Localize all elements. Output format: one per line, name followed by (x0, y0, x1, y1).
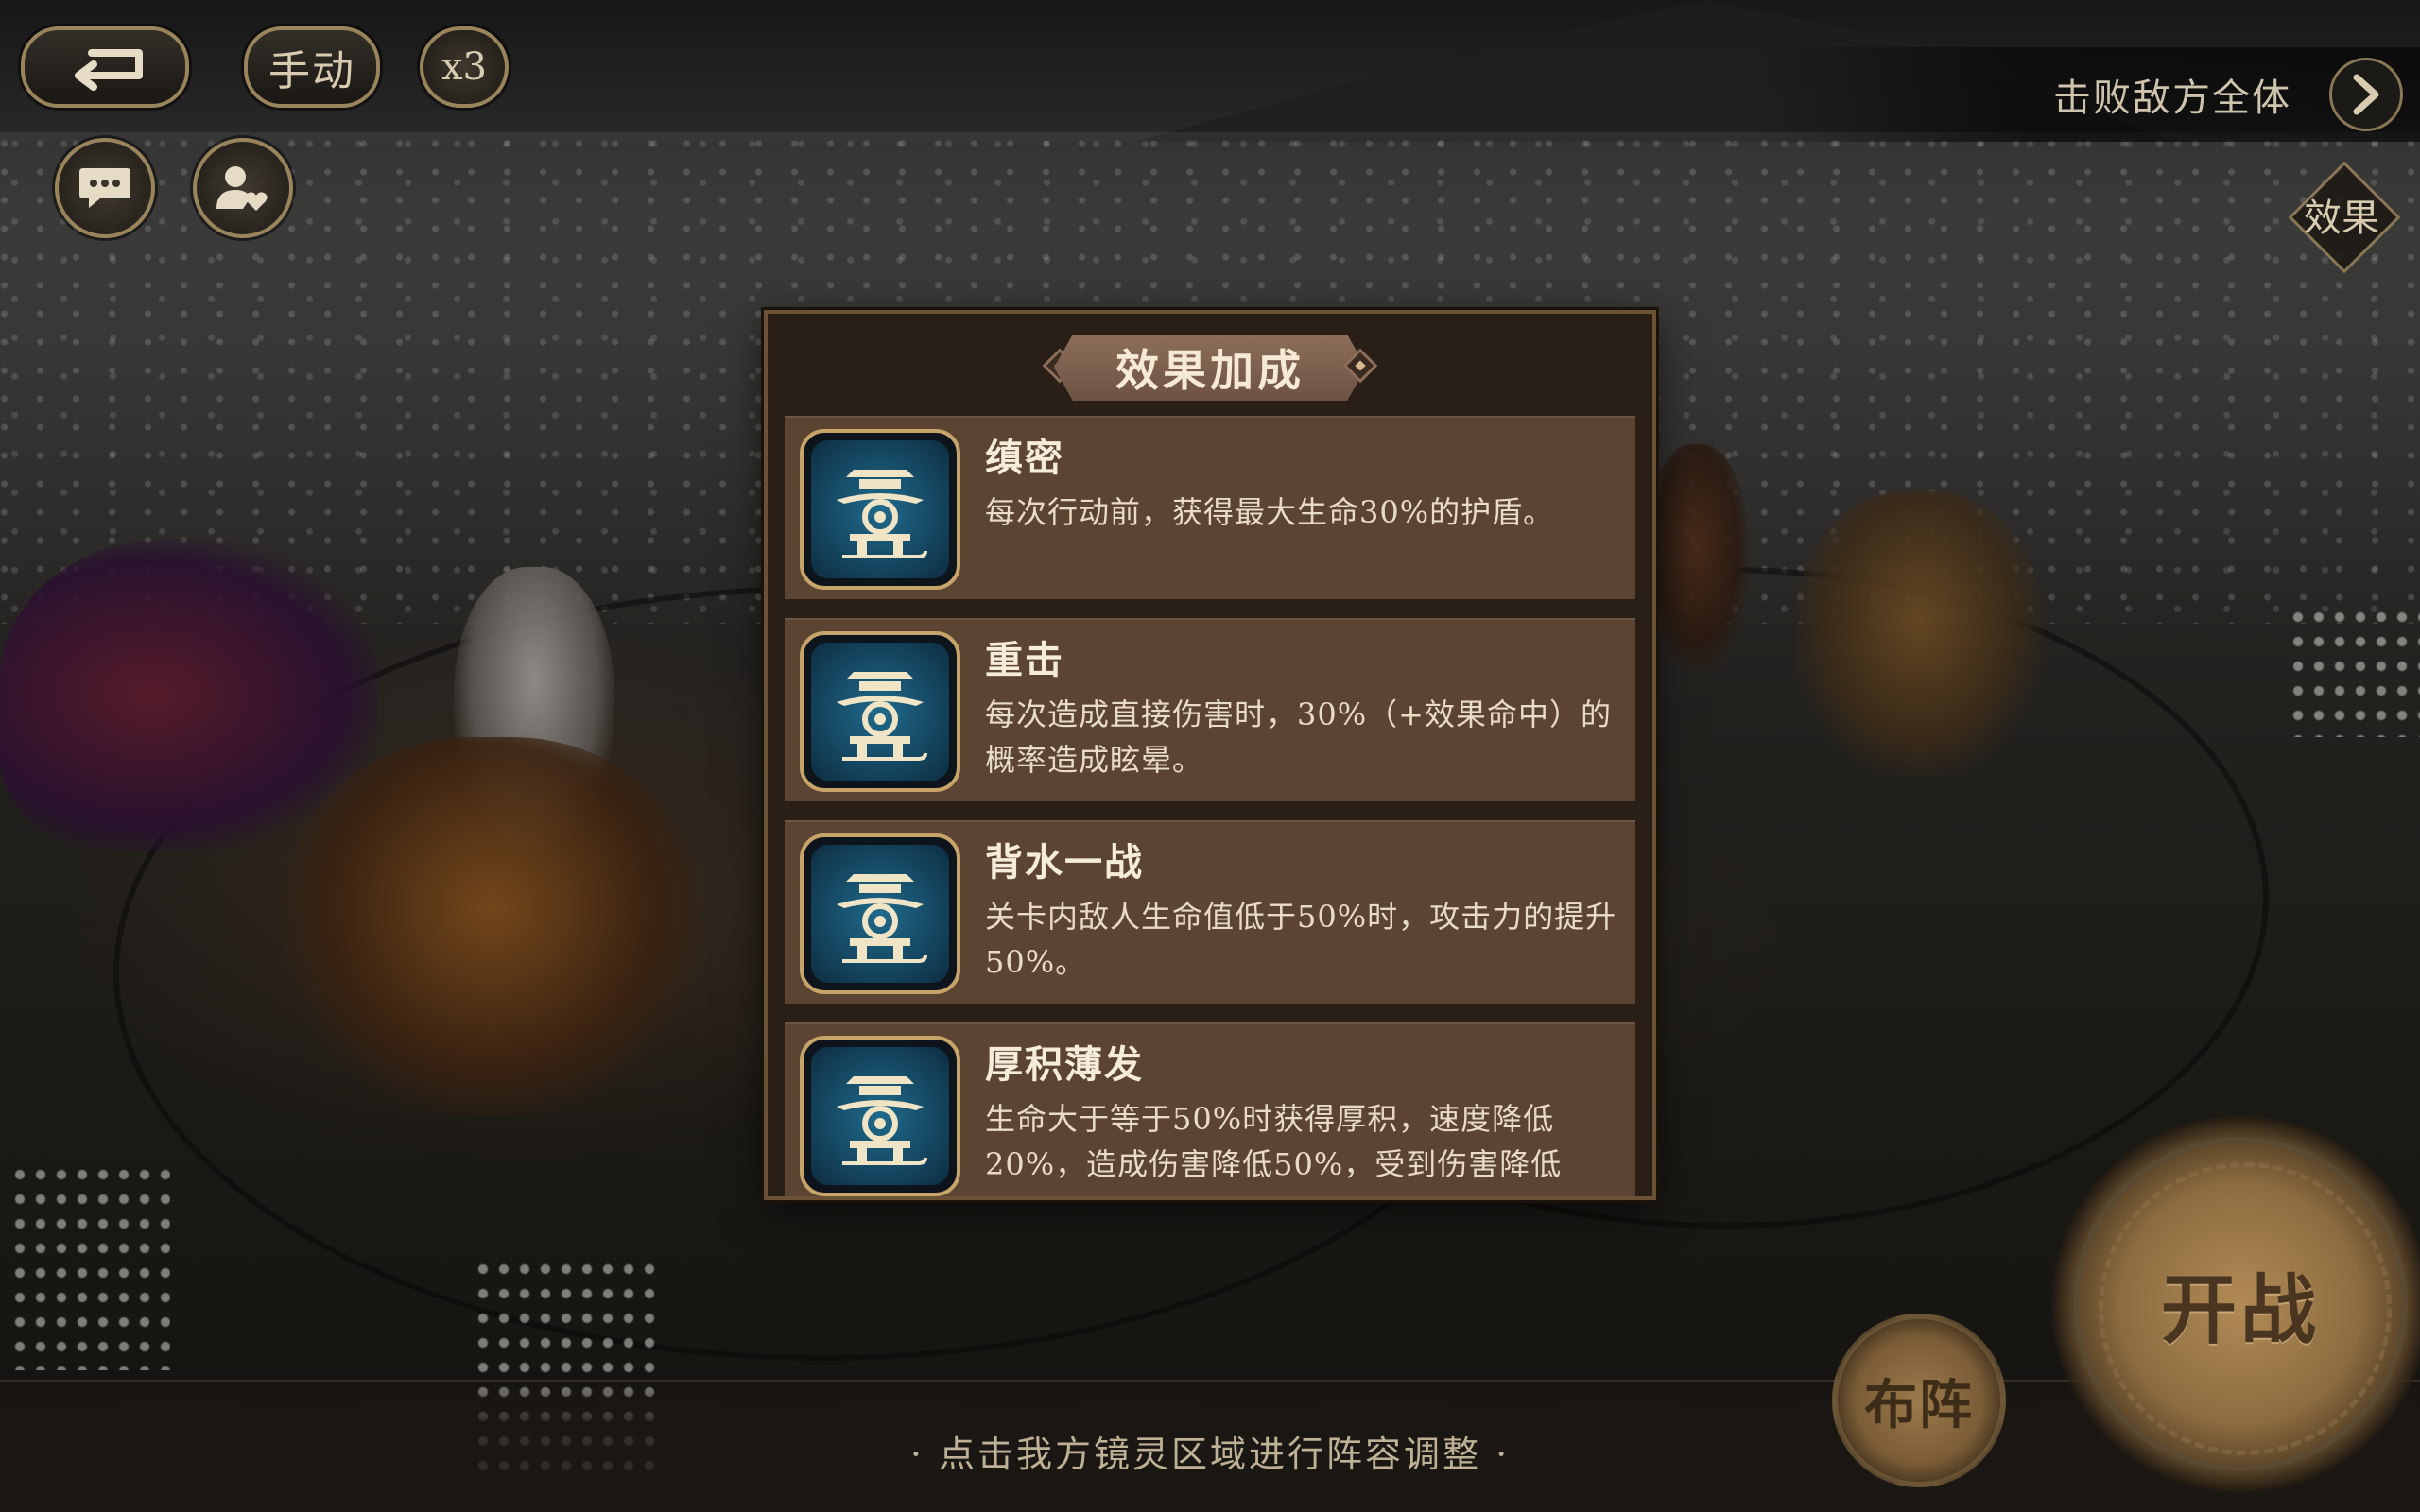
formation-hint: · 点击我方镜灵区域进行阵容调整 · (909, 1434, 1511, 1475)
panel-header: 效果加成 (768, 333, 1652, 403)
effects-list[interactable]: 缜密 每次行动前，获得最大生命30%的护盾。 重击 每次造成直接伤害时，30%（… (785, 416, 1635, 1196)
effect-description: 每次造成直接伤害时，30%（+效果命中）的概率造成眩晕。 (985, 696, 1612, 778)
start-battle-label: 开战 (2161, 1265, 2320, 1354)
effect-name: 缜密 (985, 436, 1064, 480)
effect-description: 每次行动前，获得最大生命30%的护盾。 (985, 494, 1555, 530)
speed-button[interactable]: x3 (420, 26, 509, 108)
objective-expand-button[interactable] (2329, 58, 2403, 131)
objective-text: 击败敌方全体 (2053, 77, 2291, 120)
effect-icon-frame (800, 631, 960, 792)
effect-name: 重击 (985, 638, 1064, 682)
enemy-character-small[interactable] (1645, 444, 1749, 671)
effect-button-label: 效果 (2304, 197, 2379, 240)
white-flowers-right (2288, 605, 2420, 737)
formation-label: 布阵 (1864, 1373, 1974, 1436)
pavilion-gear-icon (837, 1076, 927, 1165)
enemy-character-tiger[interactable] (1796, 491, 2042, 775)
formation-button[interactable]: 布阵 (1832, 1314, 2006, 1487)
pavilion-gear-icon (837, 672, 927, 761)
effect-name: 背水一战 (985, 840, 1144, 885)
effect-item: 重击 每次造成直接伤害时，30%（+效果命中）的概率造成眩晕。 (785, 618, 1635, 801)
ally-character-fire-warrior[interactable] (284, 737, 700, 1115)
effect-bonus-panel: 效果加成 缜密 每次行动前，获得最大生命30%的护盾。 重击 每次造成直接伤害时… (764, 310, 1656, 1200)
effect-icon-frame (800, 833, 960, 994)
back-button[interactable] (21, 26, 189, 108)
white-flowers-left (9, 1162, 170, 1370)
effect-icon-frame (800, 1036, 960, 1196)
chat-button[interactable] (55, 138, 155, 238)
effect-button[interactable]: 效果 (2286, 159, 2397, 270)
panel-title: 效果加成 (1054, 335, 1366, 401)
effect-icon-frame (800, 429, 960, 590)
effect-name: 厚积薄发 (985, 1042, 1144, 1087)
return-arrow-icon (75, 49, 143, 91)
manual-mode-button[interactable]: 手动 (244, 26, 380, 108)
chevron-right-icon (2353, 74, 2379, 115)
chat-bubble-icon (79, 168, 130, 208)
friends-heart-icon (216, 166, 268, 211)
effect-item: 缜密 每次行动前，获得最大生命30%的护盾。 (785, 416, 1635, 599)
objective-bar: 击败敌方全体 (1758, 47, 2420, 142)
effect-description: 生命大于等于50%时获得厚积，速度降低20%，造成伤害降低50%，受到伤害降低8… (985, 1101, 1563, 1196)
manual-mode-label: 手动 (268, 47, 355, 95)
effect-item: 厚积薄发 生命大于等于50%时获得厚积，速度降低20%，造成伤害降低50%，受到… (785, 1022, 1635, 1196)
start-battle-button[interactable]: 开战 (2051, 1115, 2420, 1493)
speed-label: x3 (441, 45, 487, 89)
friends-button[interactable] (193, 138, 293, 238)
pavilion-gear-icon (837, 874, 927, 963)
pavilion-gear-icon (837, 470, 927, 558)
effect-description: 关卡内敌人生命值低于50%时，攻击力的提升50%。 (985, 899, 1617, 980)
effect-item: 背水一战 关卡内敌人生命值低于50%时，攻击力的提升50%。 (785, 820, 1635, 1004)
